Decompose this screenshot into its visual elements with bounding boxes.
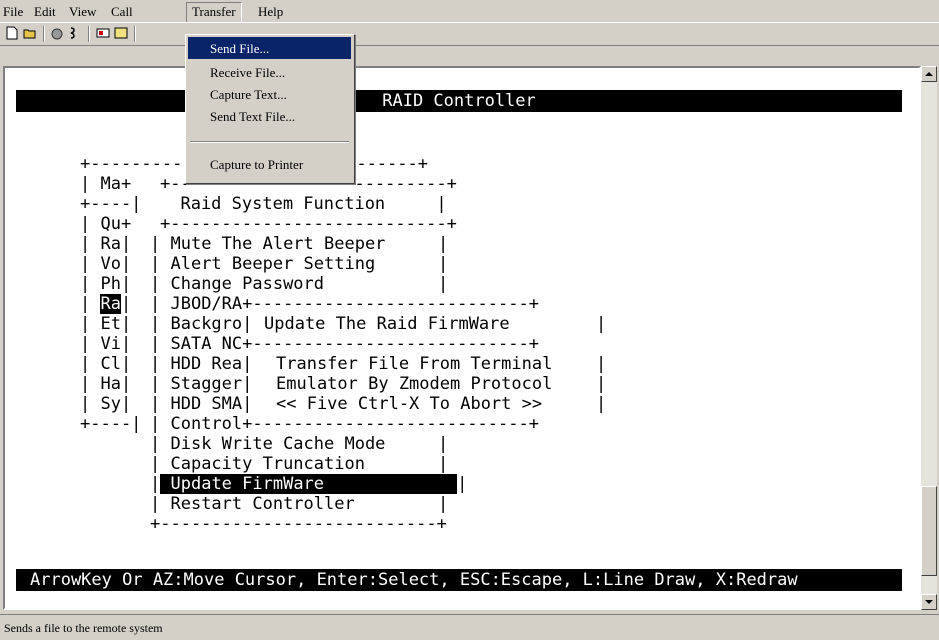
raid-function-item-selected[interactable]: | Update FirmWare |	[150, 474, 467, 494]
menu-item-capture-to-printer[interactable]: Capture to Printer	[188, 153, 351, 175]
raid-function-item[interactable]: | Mute The Alert Beeper	[150, 234, 385, 254]
raid-function-item[interactable]: | SATA NC+---------------------------+	[150, 334, 539, 354]
main-menu-row[interactable]: | Qu+	[80, 214, 131, 234]
terminal-title-bar: RAID Controller	[16, 90, 902, 112]
toolbar-separator	[43, 26, 45, 42]
raid-function-item[interactable]: | Alert Beeper Setting	[150, 254, 375, 274]
main-menu-row[interactable]: | Vo|	[80, 254, 131, 274]
menu-item-capture-text[interactable]: Capture Text...	[188, 83, 351, 105]
firmware-box-title: Update The Raid FirmWare	[264, 314, 510, 334]
raid-function-item[interactable]: | HDD SMA|	[150, 394, 252, 414]
main-menu-row: +----|	[80, 414, 142, 434]
open-icon[interactable]	[23, 26, 37, 40]
scroll-thumb[interactable]	[921, 486, 937, 576]
raid-function-right-border: |	[438, 234, 449, 254]
firmware-box-line: Emulator By Zmodem Protocol	[276, 374, 553, 394]
raid-function-right-border: |	[438, 274, 449, 294]
send-icon[interactable]	[96, 26, 110, 40]
status-bar: Sends a file to the remote system	[0, 614, 939, 640]
arrow-up-icon	[925, 72, 933, 76]
help-text: ArrowKey Or AZ:Move Cursor, Enter:Select…	[30, 570, 798, 590]
main-menu-row-selected[interactable]: | Ra|	[80, 294, 131, 314]
menu-item-send-text-file[interactable]: Send Text File...	[188, 105, 351, 127]
main-menu-row[interactable]: | Et|	[80, 314, 131, 334]
menu-separator	[190, 141, 349, 143]
menu-call[interactable]: Call	[111, 4, 133, 20]
menu-edit[interactable]: Edit	[34, 4, 56, 20]
disconnect-icon[interactable]	[68, 26, 82, 40]
raid-function-item[interactable]: | JBOD/RA+---------------------------+	[150, 294, 539, 314]
menu-bar: File Edit View Call Transfer Help	[0, 0, 939, 23]
vertical-scrollbar[interactable]	[921, 66, 937, 610]
terminal-help-bar: ArrowKey Or AZ:Move Cursor, Enter:Select…	[16, 569, 902, 591]
menu-item-receive-file[interactable]: Receive File...	[188, 61, 351, 83]
arrow-down-icon	[925, 600, 933, 604]
terminal-title: RAID Controller	[382, 91, 536, 111]
firmware-box-border: |	[596, 374, 607, 394]
main-menu-row[interactable]: | Cl|	[80, 354, 131, 374]
raid-function-title: Raid System Function |	[160, 194, 447, 214]
raid-function-bottom-border: +---------------------------+	[150, 514, 447, 534]
firmware-box-border: |	[596, 314, 607, 334]
toolbar-separator	[134, 26, 136, 42]
raid-function-item[interactable]: | Backgro|	[150, 314, 252, 334]
raid-function-right-border: |	[438, 254, 449, 274]
main-menu-row[interactable]: | Ma+	[80, 174, 131, 194]
raid-function-separator: +---------------------------+	[160, 214, 457, 234]
menu-view[interactable]: View	[69, 4, 96, 20]
new-icon[interactable]	[5, 26, 19, 40]
connect-icon[interactable]	[50, 26, 64, 40]
firmware-box-border: |	[596, 354, 607, 374]
toolbar	[0, 22, 939, 46]
main-menu-row[interactable]: | Vi|	[80, 334, 131, 354]
raid-function-item[interactable]: | Restart Controller	[150, 494, 355, 514]
firmware-box-line: Transfer File From Terminal	[276, 354, 553, 374]
main-menu-row: +----|	[80, 194, 142, 214]
menu-item-send-file[interactable]: Send File...	[188, 37, 351, 59]
raid-function-item[interactable]: | HDD Rea|	[150, 354, 252, 374]
firmware-box-border: |	[596, 394, 607, 414]
toolbar-separator	[88, 26, 90, 42]
main-menu-row[interactable]: | Ha|	[80, 374, 131, 394]
scroll-up-button[interactable]	[921, 66, 937, 82]
raid-function-right-border: |	[438, 454, 449, 474]
raid-function-right-border: |	[438, 494, 449, 514]
raid-function-item[interactable]: | Capacity Truncation	[150, 454, 365, 474]
menu-file[interactable]: File	[3, 4, 23, 20]
menu-transfer[interactable]: Transfer	[186, 2, 242, 23]
raid-function-item[interactable]: | Stagger|	[150, 374, 252, 394]
raid-function-item[interactable]: | Disk Write Cache Mode	[150, 434, 385, 454]
main-menu-row[interactable]: | Sy|	[80, 394, 131, 414]
main-menu-row[interactable]: | Ra|	[80, 234, 131, 254]
main-menu-row[interactable]: | Ph|	[80, 274, 131, 294]
firmware-box-line: << Five Ctrl-X To Abort >>	[276, 394, 543, 414]
raid-function-item[interactable]: | Control+---------------------------+	[150, 414, 539, 434]
raid-function-item[interactable]: | Change Password	[150, 274, 324, 294]
transfer-menu: Send File... Receive File... Capture Tex…	[185, 34, 355, 184]
raid-function-right-border: |	[438, 434, 449, 454]
menu-help[interactable]: Help	[258, 4, 283, 20]
status-text: Sends a file to the remote system	[4, 621, 163, 635]
scroll-down-button[interactable]	[921, 594, 937, 610]
receive-icon[interactable]	[114, 26, 128, 40]
